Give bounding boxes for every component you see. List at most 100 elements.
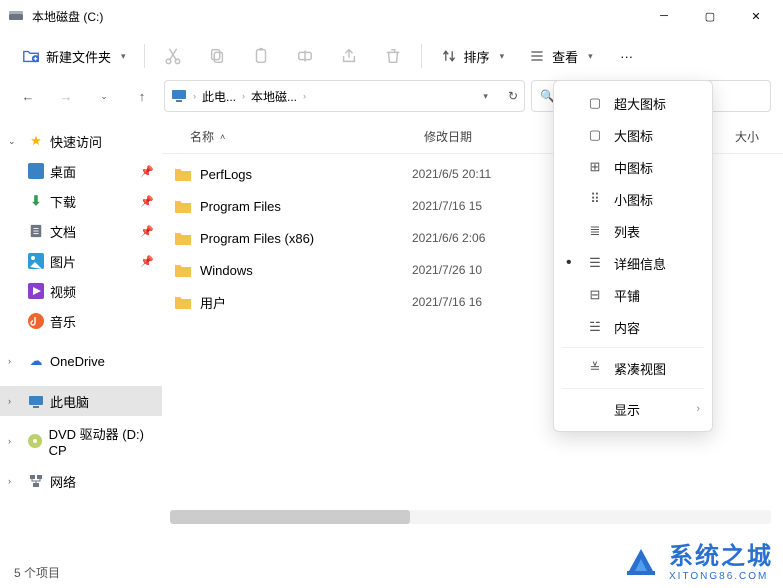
rename-icon — [296, 47, 314, 65]
forward-button[interactable]: → — [50, 80, 82, 112]
share-button[interactable] — [329, 38, 369, 74]
breadcrumb-separator: › — [193, 91, 196, 101]
view-menu-details[interactable]: •☰详细信息 — [560, 247, 706, 279]
copy-icon — [208, 47, 226, 65]
sidebar-item-desktop[interactable]: 桌面📌 — [0, 156, 162, 186]
file-date: 2021/7/26 10 — [412, 263, 562, 277]
new-folder-button[interactable]: 新建文件夹 ▾ — [12, 38, 136, 74]
refresh-button[interactable]: ↻ — [508, 89, 518, 103]
new-folder-label: 新建文件夹 — [46, 47, 111, 66]
copy-button[interactable] — [197, 38, 237, 74]
view-menu-small[interactable]: ⠿小图标 — [560, 183, 706, 215]
pin-icon: 📌 — [140, 225, 154, 238]
more-button[interactable]: ··· — [607, 38, 647, 74]
view-label: 查看 — [552, 47, 578, 66]
sidebar-label: DVD 驱动器 (D:) CP — [49, 424, 154, 458]
sidebar-quick-access[interactable]: ⌄ ★ 快速访问 — [0, 126, 162, 156]
folder-icon — [174, 197, 192, 215]
chevron-right-icon[interactable]: › — [8, 356, 22, 366]
sidebar-item-pictures[interactable]: 图片📌 — [0, 246, 162, 276]
file-date: 2021/6/5 20:11 — [412, 167, 562, 181]
breadcrumb-seg2[interactable]: 本地磁... — [251, 88, 297, 105]
item-count: 5 个项目 — [14, 564, 60, 581]
sidebar-item-downloads[interactable]: ⬇下载📌 — [0, 186, 162, 216]
view-menu-show[interactable]: 显示› — [560, 393, 706, 425]
pc-icon — [28, 393, 44, 409]
minimize-button[interactable]: ─ — [641, 0, 687, 32]
column-name[interactable]: 名称˄ — [162, 120, 412, 153]
sort-button[interactable]: 排序 ▾ — [430, 38, 515, 74]
column-date[interactable]: 修改日期 — [412, 120, 562, 153]
desktop-icon — [28, 163, 44, 179]
horizontal-scrollbar[interactable] — [170, 510, 771, 524]
view-menu-content[interactable]: ☱内容 — [560, 311, 706, 343]
sidebar-label: OneDrive — [50, 354, 105, 369]
view-menu-compact[interactable]: ≚紧凑视图 — [560, 352, 706, 384]
nav-chevron-down[interactable]: ⌄ — [88, 80, 120, 112]
paste-button[interactable] — [241, 38, 281, 74]
cut-button[interactable] — [153, 38, 193, 74]
rename-button[interactable] — [285, 38, 325, 74]
folder-icon — [174, 293, 192, 311]
sidebar-onedrive[interactable]: › ☁ OneDrive — [0, 346, 162, 376]
view-menu-large[interactable]: ▢大图标 — [560, 119, 706, 151]
folder-icon — [174, 165, 192, 183]
file-name: 用户 — [200, 293, 226, 312]
menu-separator — [562, 347, 704, 348]
breadcrumb-dropdown[interactable]: ▾ — [483, 91, 488, 102]
grid-icon: ▢ — [586, 127, 604, 143]
view-menu-tiles[interactable]: ⊟平铺 — [560, 279, 706, 311]
network-icon — [28, 473, 44, 489]
view-menu-extra-large[interactable]: ▢超大图标 — [560, 87, 706, 119]
scrollbar-thumb[interactable] — [170, 510, 410, 524]
breadcrumb-seg1[interactable]: 此电... — [202, 88, 236, 105]
view-menu-medium[interactable]: ⊞中图标 — [560, 151, 706, 183]
music-icon — [28, 313, 44, 329]
watermark-main: 系统之城 — [669, 536, 773, 571]
breadcrumb[interactable]: › 此电... › 本地磁... › ▾ ↻ — [164, 80, 525, 112]
view-menu-list[interactable]: ≣列表 — [560, 215, 706, 247]
sidebar-network[interactable]: › 网络 — [0, 466, 162, 496]
sidebar-this-pc[interactable]: › 此电脑 — [0, 386, 162, 416]
folder-icon — [174, 261, 192, 279]
share-icon — [340, 47, 358, 65]
pin-icon: 📌 — [140, 195, 154, 208]
chevron-right-icon[interactable]: › — [8, 476, 22, 486]
sidebar-item-documents[interactable]: 文档 📌 — [0, 216, 162, 246]
up-button[interactable]: ↑ — [126, 80, 158, 112]
file-date: 2021/7/16 15 — [412, 199, 562, 213]
chevron-down-icon[interactable]: ⌄ — [8, 136, 22, 147]
sidebar-label: 网络 — [50, 472, 76, 491]
sidebar-label: 此电脑 — [50, 392, 89, 411]
back-button[interactable]: ← — [12, 80, 44, 112]
watermark: 系统之城 XITONG86.COM — [621, 536, 773, 582]
chevron-right-icon[interactable]: › — [8, 396, 22, 406]
file-date: 2021/7/16 16 — [412, 295, 562, 309]
sidebar-item-music[interactable]: 音乐 — [0, 306, 162, 336]
maximize-button[interactable]: ▢ — [687, 0, 733, 32]
video-icon — [28, 283, 44, 299]
chevron-down-icon: ▾ — [121, 51, 126, 62]
checked-icon: • — [566, 254, 576, 272]
column-size[interactable]: 大小 — [723, 120, 783, 153]
breadcrumb-separator: › — [242, 91, 245, 101]
chevron-right-icon[interactable]: › — [8, 436, 21, 446]
chevron-down-icon: ▾ — [500, 51, 505, 62]
list-icon: ≣ — [586, 223, 604, 239]
sidebar-dvd[interactable]: › DVD 驱动器 (D:) CP — [0, 426, 162, 456]
cloud-icon: ☁ — [28, 353, 44, 369]
window-title: 本地磁盘 (C:) — [32, 8, 641, 25]
delete-button[interactable] — [373, 38, 413, 74]
close-button[interactable]: ✕ — [733, 0, 779, 32]
sidebar-item-label: 视频 — [50, 282, 76, 301]
sidebar-item-videos[interactable]: 视频 — [0, 276, 162, 306]
window-controls: ─ ▢ ✕ — [641, 0, 779, 32]
view-button[interactable]: 查看 ▾ — [518, 38, 603, 74]
sidebar-item-label: 音乐 — [50, 312, 76, 331]
download-icon: ⬇ — [28, 193, 44, 209]
sidebar-item-label: 文档 — [50, 222, 76, 241]
toolbar: 新建文件夹 ▾ 排序 ▾ 查看 ▾ ··· — [0, 32, 783, 80]
disc-icon — [27, 433, 43, 449]
tiles-icon: ⊟ — [586, 287, 604, 303]
cut-icon — [164, 47, 182, 65]
